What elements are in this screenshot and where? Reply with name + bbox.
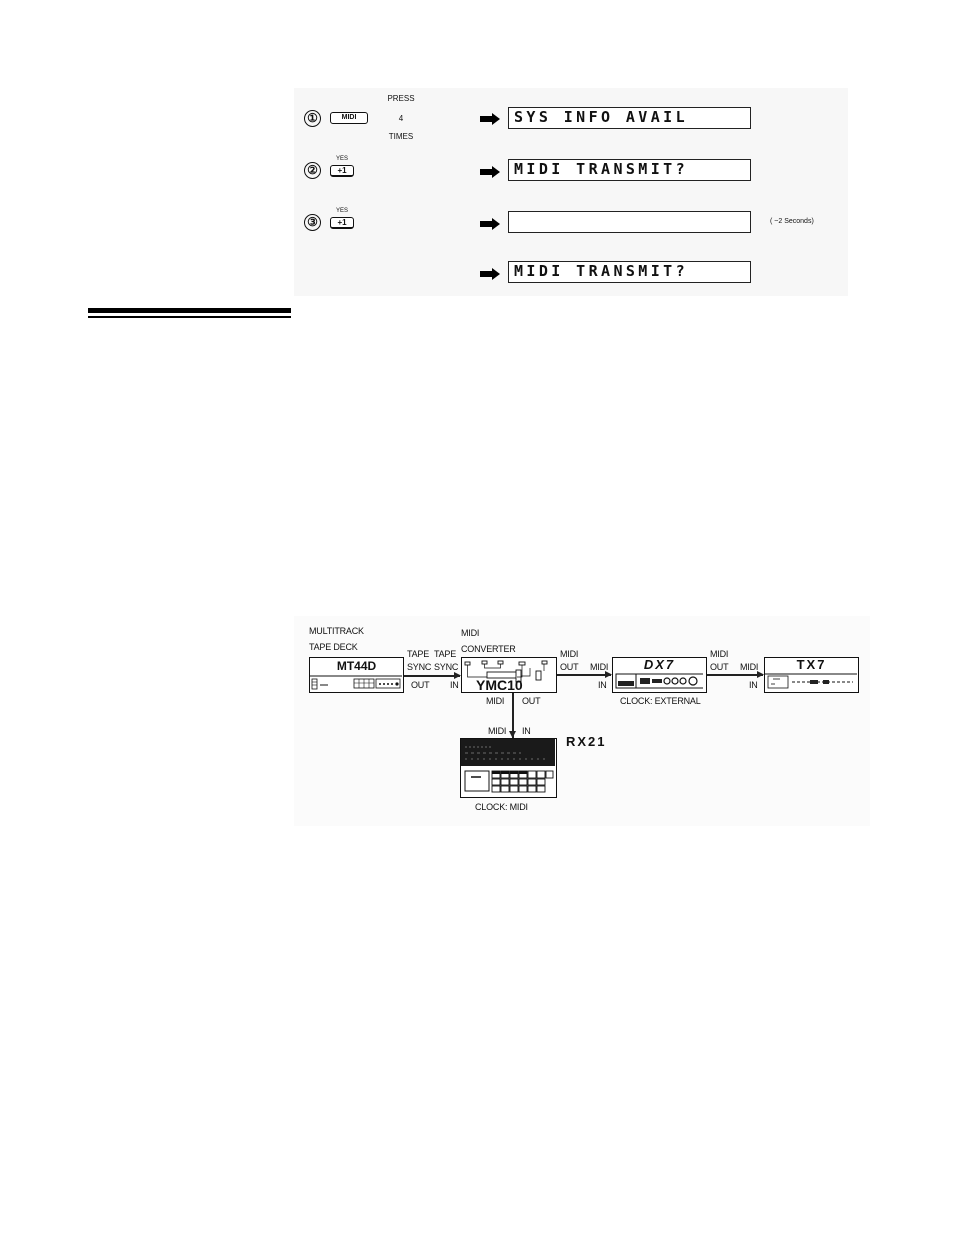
yes-caption: YES <box>335 156 348 162</box>
procedure-panel: PRESS ① MIDI 4 TIMES SYS INFO AVAIL ② YE… <box>294 88 848 296</box>
conv-midi-out-label-2: OUT <box>560 662 579 672</box>
midi-cable-conv-to-dx7 <box>557 674 611 676</box>
dx7-clock-label: CLOCK: EXTERNAL <box>620 696 701 706</box>
dx7-midi-out-label-1: MIDI <box>710 649 729 659</box>
arrow-right-icon <box>480 218 500 230</box>
plus-one-key: +1 <box>330 217 354 229</box>
times-label: TIMES <box>388 132 414 141</box>
device-name: TX7 <box>796 657 827 672</box>
tape-sync-in-label-2: SYNC <box>434 662 459 672</box>
device-mt44d: MT44D <box>309 657 404 693</box>
tape-deck-panel-icon <box>310 675 402 690</box>
device-tx7: TX7 <box>764 657 859 693</box>
arrow-right-icon <box>480 113 500 125</box>
press-count: 4 <box>398 114 404 123</box>
midi-cable-dx7-to-tx7 <box>707 674 763 676</box>
tape-sync-cable <box>404 675 460 677</box>
rx21-name: RX21 <box>566 734 607 749</box>
step-number-2: ② <box>304 162 321 179</box>
device-ymc10: YMC10 <box>461 657 557 693</box>
yes-caption: YES <box>335 208 348 214</box>
synth-panel-icon <box>615 673 703 689</box>
tape-sync-in-label-3: IN <box>450 680 459 690</box>
lcd-display-3-blank <box>508 211 751 233</box>
lcd-display-2: MIDI TRANSMIT? <box>508 159 751 181</box>
conv-midi-out2-label-1: MIDI <box>486 696 505 706</box>
midi-key: MIDI <box>330 112 368 124</box>
conv-midi-out-label-1: MIDI <box>560 649 579 659</box>
tape-sync-out-label-1: TAPE <box>407 649 430 659</box>
device-dx7: DX7 <box>612 657 707 693</box>
device-name: DX7 <box>643 657 676 672</box>
device-name: MT44D <box>336 659 377 673</box>
tape-sync-out-label-2: SYNC <box>407 662 432 672</box>
rx21-clock-label: CLOCK: MIDI <box>475 802 528 812</box>
conv-midi-out2-label-2: OUT <box>522 696 541 706</box>
connection-diagram: MULTITRACK TAPE DECK MT44D TAPE SYNC OUT… <box>294 616 870 826</box>
step-number-1: ① <box>304 110 321 127</box>
tape-sync-in-label-1: TAPE <box>434 649 457 659</box>
dx7-midi-in-label-2: IN <box>598 680 607 690</box>
module-panel-icon <box>765 673 857 689</box>
section-rule-thick <box>88 308 291 313</box>
converter-caption-2: CONVERTER <box>461 644 516 654</box>
rx21-midi-in-label-2: IN <box>522 726 531 736</box>
tx7-midi-in-label-2: IN <box>749 680 758 690</box>
tape-deck-caption-2: TAPE DECK <box>309 642 358 652</box>
step-number-3: ③ <box>304 214 321 231</box>
lcd-display-1: SYS INFO AVAIL <box>508 107 751 129</box>
arrow-right-icon <box>480 268 500 280</box>
converter-caption-1: MIDI <box>461 628 480 638</box>
converter-schematic-icon: YMC10 <box>464 660 548 691</box>
device-name: YMC10 <box>476 677 523 691</box>
tx7-midi-in-label-1: MIDI <box>740 662 759 672</box>
duration-note: ( ~2 Seconds) <box>770 218 814 225</box>
plus-one-key: +1 <box>330 165 354 177</box>
press-label: PRESS <box>387 94 415 103</box>
device-rx21 <box>460 738 557 798</box>
section-rule-thin <box>88 316 291 318</box>
arrow-right-icon <box>480 166 500 178</box>
dx7-midi-out-label-2: OUT <box>710 662 729 672</box>
lcd-display-4: MIDI TRANSMIT? <box>508 261 751 283</box>
drum-machine-panel-icon <box>461 739 555 793</box>
rx21-midi-in-label-1: MIDI <box>488 726 507 736</box>
tape-deck-caption-1: MULTITRACK <box>309 626 364 636</box>
tape-sync-out-label-3: OUT <box>411 680 430 690</box>
